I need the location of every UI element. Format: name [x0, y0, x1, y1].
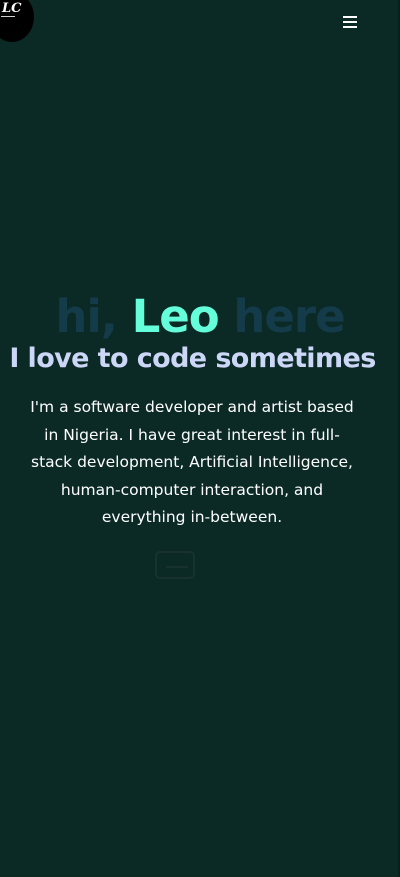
hero-bio: I'm a software developer and artist base… — [30, 398, 354, 526]
menu-bar-bottom — [343, 26, 357, 28]
hero-name: Leo — [131, 290, 220, 343]
hero-headline: hi, Leo here — [0, 290, 400, 344]
dash-icon — [166, 566, 188, 568]
scroll-down-button[interactable] — [155, 551, 195, 579]
hamburger-menu-icon[interactable] — [343, 15, 357, 29]
greeting-suffix: here — [233, 290, 345, 343]
logo-underline — [1, 16, 15, 17]
hero-tagline: I love to code sometimes — [9, 343, 376, 374]
greeting-prefix: hi, — [55, 290, 118, 343]
menu-bar-top — [343, 16, 357, 18]
logo[interactable]: LC — [0, 0, 34, 42]
logo-text: LC — [2, 1, 22, 16]
menu-bar-middle — [343, 21, 357, 23]
